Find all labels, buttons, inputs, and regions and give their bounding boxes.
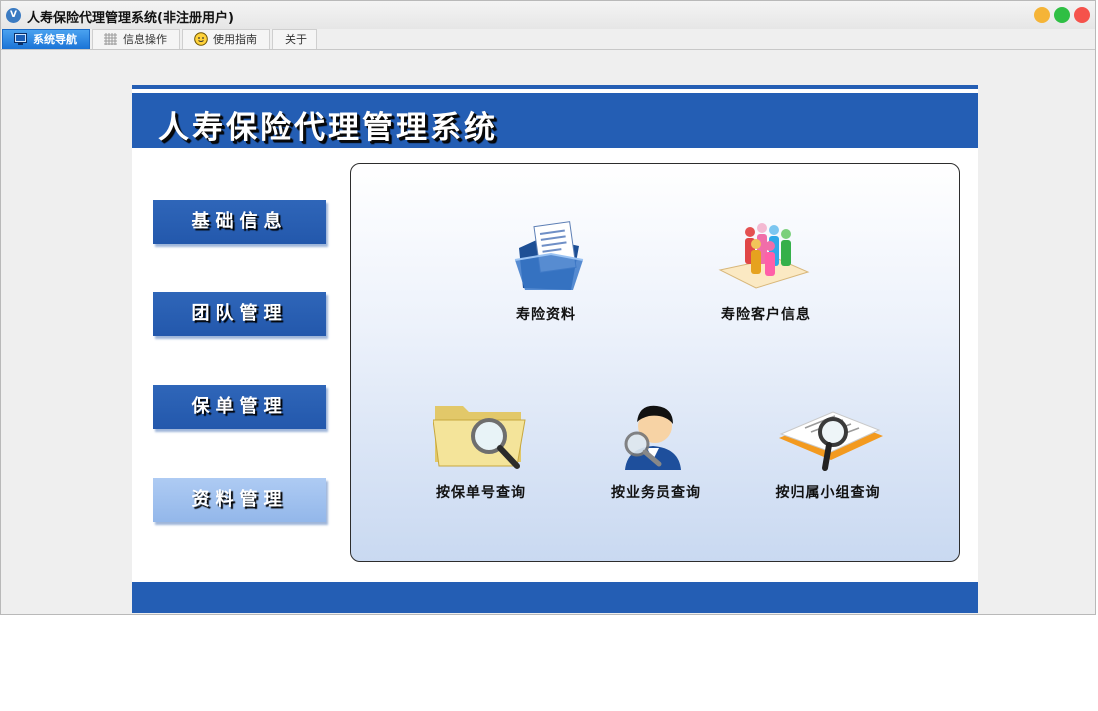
item-label: 按业务员查询 — [611, 485, 701, 501]
book-search-icon — [779, 411, 883, 471]
footer-bar — [132, 582, 978, 613]
header-stripe — [132, 85, 978, 89]
query-by-agent-item[interactable]: 按业务员查询 — [591, 398, 721, 508]
help-smiley-icon — [194, 32, 208, 46]
content-area: 寿险资料 寿险客户信息 按保单号查询 按业务员查询 按归属小组查询 — [350, 163, 960, 562]
grid-icon — [104, 33, 117, 45]
app-window: V 人寿保险代理管理系统(非注册用户) 系统导航 信息操作 使用指南 关于 人寿… — [0, 0, 1096, 615]
life-insurance-data-item[interactable]: 寿险资料 — [486, 218, 606, 328]
minimize-button[interactable] — [1034, 7, 1050, 23]
close-button[interactable] — [1074, 7, 1090, 23]
tab-label: 关于 — [285, 33, 307, 46]
tab-system-navigation[interactable]: 系统导航 — [2, 29, 90, 49]
tab-bar: 系统导航 信息操作 使用指南 关于 — [1, 29, 1095, 50]
nav-policy-management-button[interactable]: 保单管理 — [153, 385, 326, 429]
app-logo-icon: V — [6, 8, 21, 23]
customers-group-icon — [718, 223, 810, 289]
query-by-group-item[interactable]: 按归属小组查询 — [763, 398, 893, 508]
main-panel: 人寿保险代理管理系统 基础信息 团队管理 保单管理 资料管理 寿险资料 寿险客户… — [132, 85, 978, 613]
tab-label: 信息操作 — [123, 33, 167, 46]
nav-team-management-button[interactable]: 团队管理 — [153, 292, 326, 336]
life-insurance-customer-info-item[interactable]: 寿险客户信息 — [696, 218, 836, 328]
tab-label: 使用指南 — [213, 33, 257, 46]
nav-data-management-button[interactable]: 资料管理 — [153, 478, 326, 522]
folder-search-icon — [433, 406, 526, 469]
header-banner: 人寿保险代理管理系统 — [132, 93, 978, 148]
item-label: 按归属小组查询 — [775, 485, 881, 501]
tab-about[interactable]: 关于 — [272, 29, 317, 49]
monitor-icon — [14, 33, 27, 45]
header-title: 人寿保险代理管理系统 — [158, 110, 498, 146]
tab-info-operation[interactable]: 信息操作 — [92, 29, 180, 49]
document-folder-icon — [514, 221, 584, 290]
agent-search-icon — [624, 405, 681, 470]
maximize-button[interactable] — [1054, 7, 1070, 23]
window-title: 人寿保险代理管理系统(非注册用户) — [27, 11, 234, 26]
item-label: 寿险资料 — [516, 307, 576, 323]
query-by-policy-number-item[interactable]: 按保单号查询 — [416, 398, 546, 508]
nav-basic-info-button[interactable]: 基础信息 — [153, 200, 326, 244]
item-label: 寿险客户信息 — [721, 307, 811, 323]
tab-label: 系统导航 — [33, 33, 77, 46]
item-label: 按保单号查询 — [436, 485, 526, 501]
tab-user-guide[interactable]: 使用指南 — [182, 29, 270, 49]
title-bar: V 人寿保险代理管理系统(非注册用户) — [1, 1, 1095, 29]
